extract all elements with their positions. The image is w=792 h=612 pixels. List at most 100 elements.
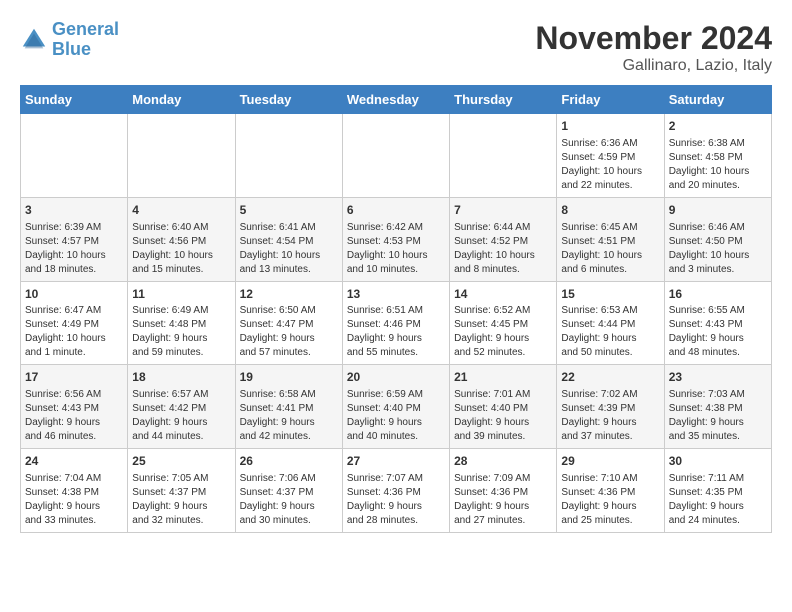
- day-info-text: Sunrise: 6:40 AM: [132, 221, 230, 235]
- calendar-week-row: 10Sunrise: 6:47 AMSunset: 4:49 PMDayligh…: [21, 281, 772, 365]
- day-info-text: Daylight: 9 hours: [669, 332, 767, 346]
- day-number: 6: [347, 202, 445, 219]
- day-info-text: Sunset: 4:35 PM: [669, 486, 767, 500]
- day-number: 28: [454, 453, 552, 470]
- day-info-text: and 8 minutes.: [454, 263, 552, 277]
- day-info-text: Sunset: 4:41 PM: [240, 402, 338, 416]
- calendar-day-cell: 14Sunrise: 6:52 AMSunset: 4:45 PMDayligh…: [450, 281, 557, 365]
- day-info-text: Daylight: 9 hours: [132, 416, 230, 430]
- day-info-text: Daylight: 9 hours: [454, 332, 552, 346]
- calendar-day-cell: 3Sunrise: 6:39 AMSunset: 4:57 PMDaylight…: [21, 197, 128, 281]
- day-info-text: and 10 minutes.: [347, 263, 445, 277]
- day-info-text: Daylight: 9 hours: [454, 416, 552, 430]
- day-info-text: Daylight: 10 hours: [454, 249, 552, 263]
- day-number: 11: [132, 286, 230, 303]
- day-number: 17: [25, 369, 123, 386]
- day-number: 3: [25, 202, 123, 219]
- calendar-week-row: 24Sunrise: 7:04 AMSunset: 4:38 PMDayligh…: [21, 449, 772, 533]
- day-info-text: Sunset: 4:45 PM: [454, 318, 552, 332]
- day-number: 15: [561, 286, 659, 303]
- calendar-day-cell: 7Sunrise: 6:44 AMSunset: 4:52 PMDaylight…: [450, 197, 557, 281]
- calendar-day-cell: 10Sunrise: 6:47 AMSunset: 4:49 PMDayligh…: [21, 281, 128, 365]
- day-info-text: Sunrise: 7:07 AM: [347, 472, 445, 486]
- day-info-text: and 20 minutes.: [669, 179, 767, 193]
- day-info-text: Sunset: 4:50 PM: [669, 235, 767, 249]
- day-info-text: Sunrise: 6:38 AM: [669, 137, 767, 151]
- day-info-text: Sunrise: 6:58 AM: [240, 388, 338, 402]
- weekday-header-cell: Monday: [128, 86, 235, 114]
- location: Gallinaro, Lazio, Italy: [535, 57, 772, 75]
- calendar-day-cell: 4Sunrise: 6:40 AMSunset: 4:56 PMDaylight…: [128, 197, 235, 281]
- day-info-text: Daylight: 10 hours: [25, 332, 123, 346]
- day-info-text: Sunrise: 6:42 AM: [347, 221, 445, 235]
- calendar-day-cell: 21Sunrise: 7:01 AMSunset: 4:40 PMDayligh…: [450, 365, 557, 449]
- day-number: 20: [347, 369, 445, 386]
- day-info-text: Daylight: 10 hours: [561, 249, 659, 263]
- day-info-text: Daylight: 9 hours: [132, 332, 230, 346]
- calendar-day-cell: [450, 114, 557, 198]
- day-info-text: Daylight: 9 hours: [347, 500, 445, 514]
- day-info-text: Sunset: 4:38 PM: [669, 402, 767, 416]
- calendar-day-cell: [21, 114, 128, 198]
- day-info-text: and 59 minutes.: [132, 346, 230, 360]
- day-info-text: and 40 minutes.: [347, 430, 445, 444]
- day-number: 5: [240, 202, 338, 219]
- day-number: 22: [561, 369, 659, 386]
- day-info-text: Sunrise: 6:59 AM: [347, 388, 445, 402]
- day-info-text: Daylight: 9 hours: [561, 416, 659, 430]
- day-info-text: and 50 minutes.: [561, 346, 659, 360]
- day-info-text: and 13 minutes.: [240, 263, 338, 277]
- day-info-text: Daylight: 9 hours: [669, 416, 767, 430]
- month-title: November 2024: [535, 20, 772, 57]
- day-info-text: Sunrise: 6:51 AM: [347, 304, 445, 318]
- day-info-text: Daylight: 10 hours: [669, 165, 767, 179]
- day-info-text: Daylight: 9 hours: [25, 500, 123, 514]
- day-info-text: Sunrise: 6:41 AM: [240, 221, 338, 235]
- day-number: 23: [669, 369, 767, 386]
- day-info-text: and 3 minutes.: [669, 263, 767, 277]
- day-info-text: and 46 minutes.: [25, 430, 123, 444]
- day-info-text: and 27 minutes.: [454, 514, 552, 528]
- calendar-day-cell: 20Sunrise: 6:59 AMSunset: 4:40 PMDayligh…: [342, 365, 449, 449]
- calendar-day-cell: 29Sunrise: 7:10 AMSunset: 4:36 PMDayligh…: [557, 449, 664, 533]
- day-number: 10: [25, 286, 123, 303]
- calendar-day-cell: 24Sunrise: 7:04 AMSunset: 4:38 PMDayligh…: [21, 449, 128, 533]
- day-info-text: Daylight: 10 hours: [25, 249, 123, 263]
- day-info-text: Sunrise: 7:04 AM: [25, 472, 123, 486]
- day-info-text: Sunset: 4:51 PM: [561, 235, 659, 249]
- calendar-day-cell: 8Sunrise: 6:45 AMSunset: 4:51 PMDaylight…: [557, 197, 664, 281]
- day-info-text: Sunrise: 6:44 AM: [454, 221, 552, 235]
- day-info-text: Sunset: 4:40 PM: [347, 402, 445, 416]
- day-info-text: Sunset: 4:37 PM: [240, 486, 338, 500]
- day-info-text: Sunrise: 6:56 AM: [25, 388, 123, 402]
- calendar-day-cell: 18Sunrise: 6:57 AMSunset: 4:42 PMDayligh…: [128, 365, 235, 449]
- day-info-text: Sunset: 4:59 PM: [561, 151, 659, 165]
- weekday-header-row: SundayMondayTuesdayWednesdayThursdayFrid…: [21, 86, 772, 114]
- day-info-text: Sunrise: 6:55 AM: [669, 304, 767, 318]
- day-info-text: Sunset: 4:48 PM: [132, 318, 230, 332]
- day-info-text: Sunrise: 7:10 AM: [561, 472, 659, 486]
- day-number: 27: [347, 453, 445, 470]
- day-info-text: and 22 minutes.: [561, 179, 659, 193]
- day-info-text: Sunrise: 6:52 AM: [454, 304, 552, 318]
- weekday-header-cell: Tuesday: [235, 86, 342, 114]
- page-header: General Blue November 2024 Gallinaro, La…: [20, 20, 772, 75]
- day-info-text: Sunset: 4:46 PM: [347, 318, 445, 332]
- calendar-day-cell: 30Sunrise: 7:11 AMSunset: 4:35 PMDayligh…: [664, 449, 771, 533]
- day-number: 13: [347, 286, 445, 303]
- day-number: 14: [454, 286, 552, 303]
- day-info-text: Sunset: 4:52 PM: [454, 235, 552, 249]
- day-number: 18: [132, 369, 230, 386]
- calendar-week-row: 17Sunrise: 6:56 AMSunset: 4:43 PMDayligh…: [21, 365, 772, 449]
- day-info-text: Sunrise: 6:45 AM: [561, 221, 659, 235]
- day-info-text: Sunset: 4:56 PM: [132, 235, 230, 249]
- day-info-text: and 24 minutes.: [669, 514, 767, 528]
- calendar-week-row: 3Sunrise: 6:39 AMSunset: 4:57 PMDaylight…: [21, 197, 772, 281]
- calendar-week-row: 1Sunrise: 6:36 AMSunset: 4:59 PMDaylight…: [21, 114, 772, 198]
- day-number: 12: [240, 286, 338, 303]
- calendar-day-cell: 27 Sunrise: 7:07 AMSunset: 4:36 PMDayligh…: [342, 449, 449, 533]
- day-number: 24: [25, 453, 123, 470]
- day-info-text: Sunset: 4:54 PM: [240, 235, 338, 249]
- day-info-text: Daylight: 9 hours: [132, 500, 230, 514]
- day-info-text: Sunset: 4:36 PM: [347, 486, 445, 500]
